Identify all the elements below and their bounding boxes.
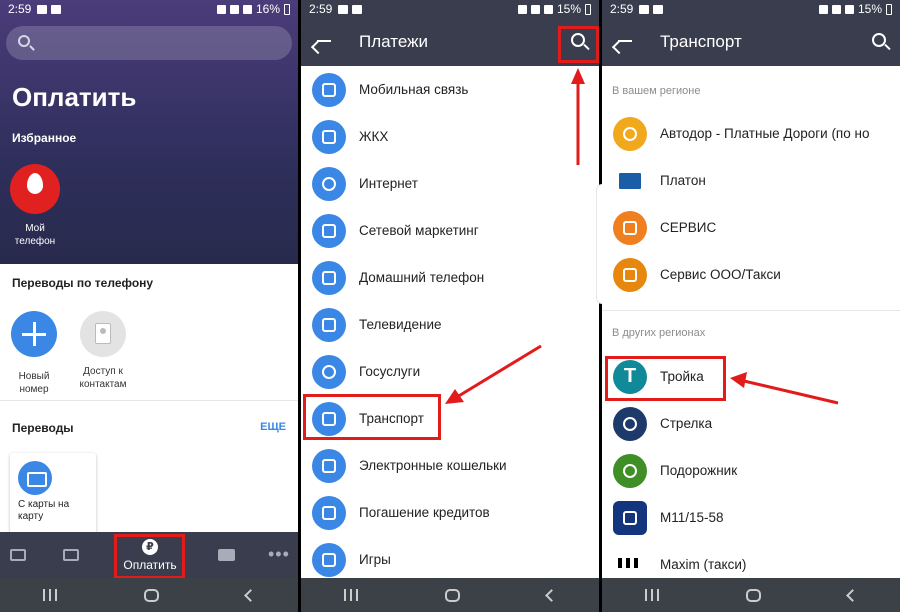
notification-icon bbox=[51, 4, 62, 14]
chat-icon[interactable] bbox=[218, 549, 235, 561]
back-icon[interactable] bbox=[544, 588, 558, 602]
more-transfers-link[interactable]: ЕЩЕ bbox=[260, 421, 286, 433]
more-dots-icon[interactable]: ••• bbox=[268, 544, 290, 565]
transfers-title: Переводы bbox=[12, 421, 74, 435]
home-icon[interactable] bbox=[745, 588, 761, 602]
status-bar: 2:59 16% bbox=[0, 0, 298, 18]
contacts-access-label: Доступ к контактам bbox=[79, 366, 127, 390]
mute-icon bbox=[216, 4, 226, 14]
notification-icon bbox=[37, 4, 48, 14]
page-title: Оплатить bbox=[12, 82, 137, 112]
system-nav-bar bbox=[0, 578, 298, 612]
history-icon[interactable] bbox=[63, 549, 79, 561]
new-number-label: Новый номер bbox=[18, 371, 50, 395]
favorites-title: Избранное bbox=[12, 131, 77, 145]
mts-egg-icon bbox=[27, 173, 43, 194]
status-time: 2:59 bbox=[8, 2, 32, 16]
search-icon bbox=[18, 35, 30, 47]
wifi-icon bbox=[229, 4, 239, 14]
card-icon[interactable] bbox=[10, 549, 26, 561]
arrow-left-line bbox=[456, 344, 542, 399]
annotation-arrows bbox=[730, 372, 839, 405]
phone-transfers-title: Переводы по телефону bbox=[12, 276, 154, 290]
back-icon[interactable] bbox=[845, 588, 859, 602]
transport-screen: 2:59 15% Транспорт В вашем регионе Автод… bbox=[602, 0, 900, 612]
system-nav-bar bbox=[602, 578, 900, 612]
payments-screen: 2:59 15% Платежи Мобильная связь ЖКХ Интер… bbox=[301, 0, 599, 612]
recent-apps-icon[interactable] bbox=[645, 589, 660, 601]
card-icon bbox=[18, 461, 52, 495]
my-phone-favorite-button[interactable] bbox=[10, 164, 60, 214]
contacts-access-button[interactable] bbox=[80, 311, 126, 357]
arrow-left-head bbox=[445, 389, 464, 404]
highlight-box bbox=[114, 534, 185, 579]
card-to-card-tile[interactable]: С карты на карту bbox=[10, 453, 96, 535]
annotation-arrows bbox=[445, 68, 585, 404]
battery-icon bbox=[284, 3, 290, 15]
new-number-button[interactable] bbox=[11, 311, 57, 357]
arrow-up-head bbox=[571, 68, 585, 84]
my-phone-label: Мой телефон bbox=[14, 223, 56, 247]
address-book-icon bbox=[95, 323, 111, 344]
recent-apps-icon[interactable] bbox=[344, 589, 359, 601]
divider bbox=[0, 400, 298, 401]
system-nav-bar bbox=[301, 578, 599, 612]
card-to-card-label: С карты на карту bbox=[18, 499, 70, 522]
search-input[interactable] bbox=[6, 26, 292, 60]
arrow-left-line bbox=[743, 379, 839, 405]
home-icon[interactable] bbox=[143, 588, 159, 602]
battery-percent: 16% bbox=[255, 2, 280, 16]
recent-apps-icon[interactable] bbox=[43, 589, 58, 601]
home-icon[interactable] bbox=[444, 588, 460, 602]
pay-screen: 2:59 16% Оплатить Избранное Мой телефон … bbox=[0, 0, 298, 612]
signal-icon bbox=[242, 4, 252, 14]
back-icon[interactable] bbox=[243, 588, 257, 602]
arrow-left-head bbox=[730, 372, 747, 388]
